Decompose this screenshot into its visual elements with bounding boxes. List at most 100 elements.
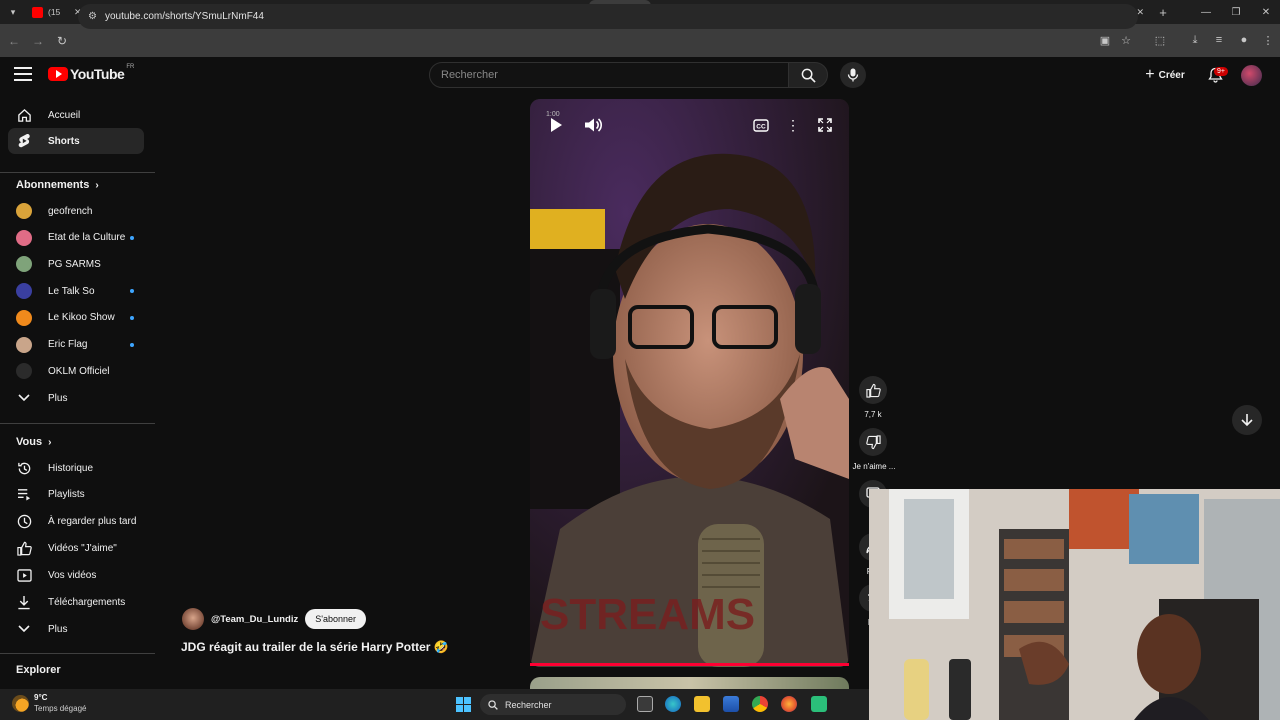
- sidebar-item-label: Playlists: [48, 489, 85, 501]
- sidebar-channel-item[interactable]: OKLM Officiel: [8, 358, 144, 384]
- more-options-icon[interactable]: ⋮: [783, 114, 803, 136]
- tab-search-icon[interactable]: ▾: [0, 0, 26, 24]
- like-button[interactable]: [859, 376, 887, 404]
- plus-icon: +: [1145, 66, 1155, 83]
- sidebar-item-downloads[interactable]: Téléchargements: [8, 589, 144, 615]
- captions-button[interactable]: CC: [749, 114, 773, 136]
- search-button[interactable]: [788, 62, 828, 88]
- divider: [0, 172, 155, 173]
- history-icon: [16, 460, 32, 476]
- short-video-player[interactable]: STREAMS 1:00 CC ⋮: [530, 99, 849, 667]
- account-avatar[interactable]: [1241, 65, 1262, 86]
- bookmark-star-icon[interactable]: ☆: [1117, 29, 1135, 51]
- youtube-play-icon: [48, 67, 68, 81]
- divider: [0, 423, 155, 424]
- dislike-label: Je n'aime ...: [852, 462, 896, 471]
- channel-avatar[interactable]: [182, 608, 204, 630]
- profile-icon[interactable]: ●: [1235, 29, 1253, 51]
- chrome-icon[interactable]: [752, 696, 768, 712]
- youtube-logo[interactable]: YouTube FR: [48, 64, 134, 82]
- restore-icon[interactable]: ❐: [1220, 0, 1252, 24]
- fullscreen-button[interactable]: [814, 114, 836, 136]
- video-timestamp: 1:00: [546, 111, 560, 118]
- weather-temp[interactable]: 9°C: [34, 693, 47, 702]
- search-icon: [488, 699, 498, 710]
- sidebar-item-label: Plus: [48, 392, 68, 404]
- minimize-icon[interactable]: —: [1190, 0, 1222, 24]
- sidebar-channel-item[interactable]: Le Kikoo Show: [8, 305, 144, 331]
- extensions-icon[interactable]: ⬚: [1151, 29, 1169, 51]
- task-view-icon[interactable]: [637, 696, 653, 712]
- play-icon: [551, 118, 562, 132]
- taskbar-search[interactable]: Rechercher: [480, 694, 626, 715]
- new-content-dot: [130, 235, 134, 240]
- app-icon[interactable]: [811, 696, 827, 712]
- sidebar-subs-more[interactable]: Plus: [8, 385, 144, 411]
- subscriptions-heading[interactable]: Abonnements ›: [16, 179, 99, 191]
- create-button[interactable]: + Créer: [1136, 62, 1194, 88]
- sidebar-item-label: OKLM Officiel: [48, 365, 110, 377]
- youtube-icon: [32, 6, 43, 18]
- sidebar-item-your-videos[interactable]: Vos vidéos: [8, 562, 144, 588]
- sidebar-item-home[interactable]: Accueil: [8, 102, 144, 128]
- sidebar-item-label: Le Talk So: [48, 285, 95, 297]
- video-frame: STREAMS: [530, 99, 849, 667]
- site-info-icon[interactable]: ⚙: [88, 11, 97, 22]
- url-text: youtube.com/shorts/YSmuLrNmF44: [104, 11, 264, 22]
- sidebar-item-label: Vos vidéos: [48, 569, 97, 581]
- taskbar-search-label: Rechercher: [505, 699, 552, 710]
- sidebar-item-liked-videos[interactable]: Vidéos "J'aime": [8, 535, 144, 561]
- new-tab-button[interactable]: +: [1151, 5, 1175, 20]
- short-title[interactable]: JDG réagit au trailer de la série Harry …: [181, 640, 449, 654]
- cast-icon[interactable]: ▣: [1096, 29, 1114, 51]
- weather-icon[interactable]: [12, 695, 29, 712]
- browser-menu-icon[interactable]: ⋮: [1259, 29, 1277, 51]
- channel-avatar: [16, 309, 32, 326]
- dislike-button[interactable]: [859, 428, 887, 456]
- firefox-icon[interactable]: [781, 696, 797, 712]
- sidebar-item-label: Plus: [48, 623, 68, 635]
- close-window-icon[interactable]: ✕: [1250, 0, 1280, 24]
- you-heading[interactable]: Vous ›: [16, 436, 51, 448]
- sidebar-channel-item[interactable]: Le Talk So: [8, 278, 144, 304]
- sidebar-channel-item[interactable]: geofrench: [8, 198, 144, 224]
- new-content-dot: [130, 289, 134, 294]
- like-count: 7,7 k: [864, 410, 882, 419]
- forward-icon[interactable]: →: [26, 29, 50, 53]
- url-field[interactable]: ⚙ youtube.com/shorts/YSmuLrNmF44: [78, 4, 1138, 29]
- sidebar-channel-item[interactable]: Eric Flag: [8, 332, 144, 358]
- channel-name[interactable]: @Team_Du_Lundiz: [211, 614, 298, 625]
- watch-later-icon: [16, 514, 32, 530]
- sidebar-channel-item[interactable]: Etat de la Culture: [8, 225, 144, 251]
- you-title: Vous: [16, 436, 43, 448]
- home-icon: [16, 107, 32, 123]
- video-progress-bar[interactable]: [530, 663, 849, 666]
- back-icon[interactable]: ←: [2, 29, 26, 53]
- file-explorer-icon[interactable]: [694, 696, 710, 712]
- next-short-button[interactable]: [1232, 405, 1262, 435]
- captions-icon: CC: [753, 118, 769, 132]
- sidebar-item-history[interactable]: Historique: [8, 455, 144, 481]
- search-input[interactable]: [441, 69, 788, 81]
- sidebar-channel-item[interactable]: PG SARMS: [8, 251, 144, 277]
- edge-icon[interactable]: [665, 696, 681, 712]
- chevron-down-icon: [16, 390, 32, 406]
- sidebar-item-watch-later[interactable]: À regarder plus tard: [8, 509, 144, 535]
- store-icon[interactable]: [723, 696, 739, 712]
- create-label: Créer: [1158, 69, 1185, 81]
- sidebar-item-playlists[interactable]: Playlists: [8, 482, 144, 508]
- sidebar-item-shorts[interactable]: Shorts: [8, 128, 144, 154]
- voice-search-button[interactable]: [840, 62, 866, 88]
- weather-desc[interactable]: Temps dégagé: [34, 704, 86, 713]
- media-control-icon[interactable]: ≡: [1210, 29, 1228, 51]
- volume-button[interactable]: [581, 113, 605, 137]
- new-content-dot: [130, 315, 134, 320]
- sidebar-you-more[interactable]: Plus: [8, 616, 144, 642]
- liked-videos-icon: [16, 540, 32, 556]
- windows-start-icon[interactable]: [456, 697, 471, 712]
- sidebar-item-label: Accueil: [48, 109, 81, 121]
- menu-icon[interactable]: [14, 67, 32, 81]
- subscribe-button[interactable]: S'abonner: [305, 609, 366, 629]
- download-icon[interactable]: ⤓: [1186, 29, 1204, 51]
- reload-icon[interactable]: ↻: [50, 29, 74, 53]
